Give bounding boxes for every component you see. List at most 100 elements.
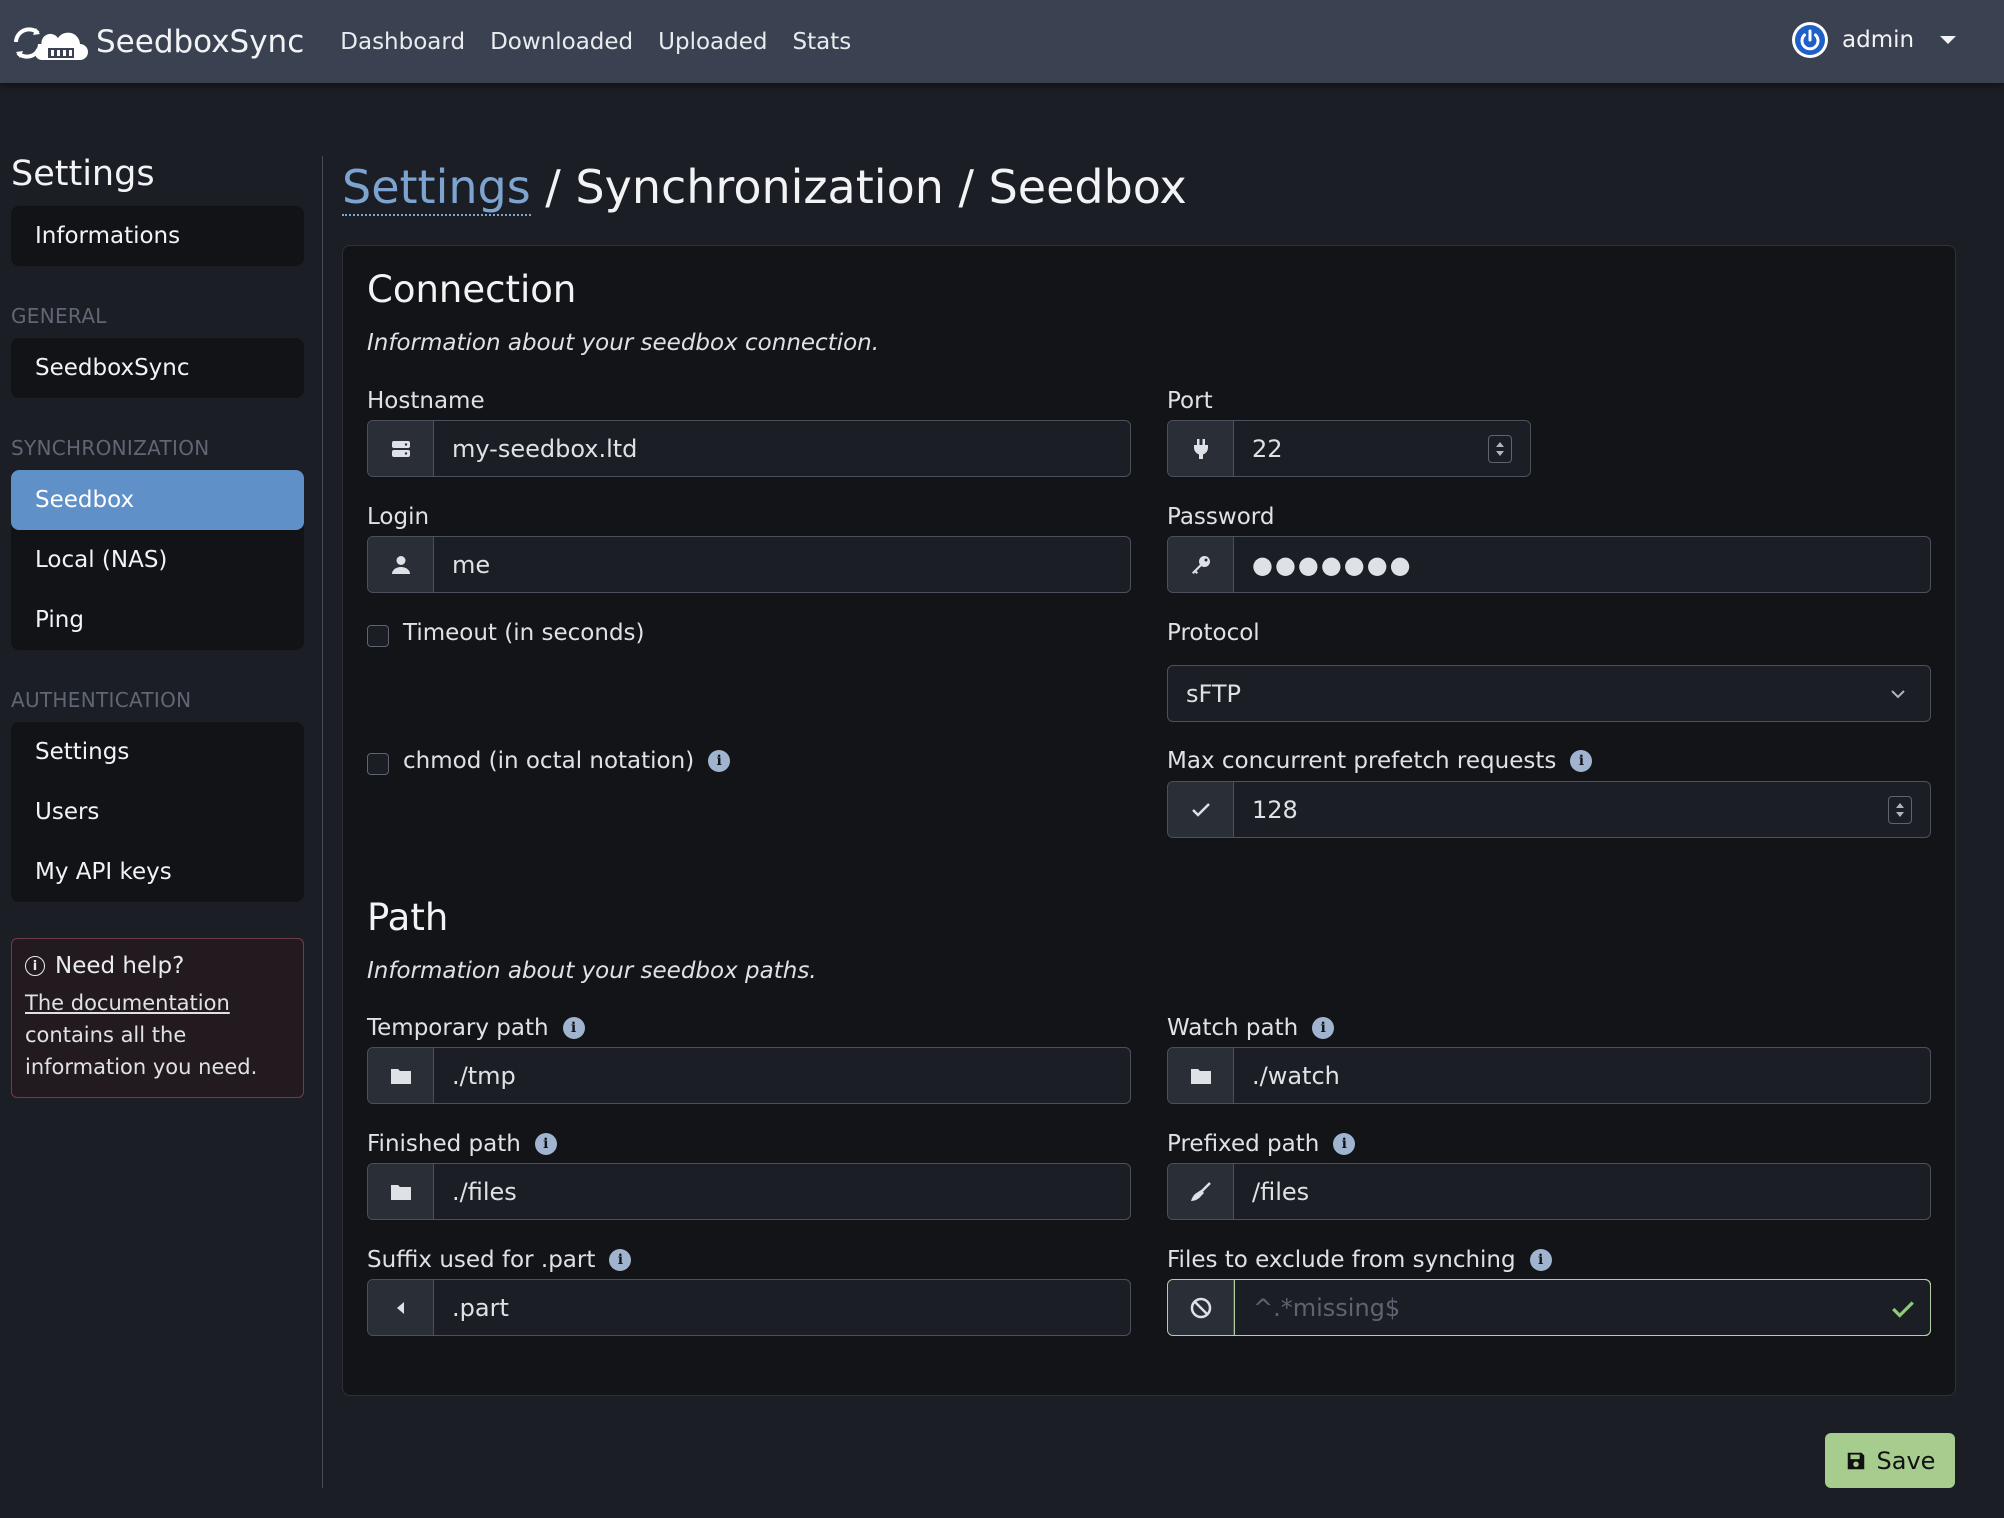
port-stepper[interactable] xyxy=(1488,434,1512,463)
finished-path-input[interactable]: ./files xyxy=(434,1164,1130,1219)
protocol-value: sFTP xyxy=(1186,679,1242,708)
finished-path-label: Finished path xyxy=(367,1131,521,1157)
watch-path-group: ./watch xyxy=(1167,1047,1931,1104)
floppy-disk-icon xyxy=(1847,1452,1864,1469)
nav-stats[interactable]: Stats xyxy=(792,29,851,55)
key-icon xyxy=(1168,537,1234,592)
save-button[interactable]: Save xyxy=(1825,1433,1955,1488)
prefetch-stepper[interactable] xyxy=(1888,795,1912,824)
sidebar-item-local-nas[interactable]: Local (NAS) xyxy=(11,530,304,590)
login-input[interactable]: me xyxy=(434,537,1130,592)
info-icon[interactable]: i xyxy=(534,1133,557,1155)
exclude-label: Files to exclude from synching xyxy=(1167,1247,1516,1273)
timeout-label: Timeout (in seconds) xyxy=(403,620,645,646)
info-icon[interactable]: i xyxy=(1312,1017,1335,1039)
temporary-path-group: ./tmp xyxy=(367,1047,1131,1104)
caret-left-icon xyxy=(368,1280,434,1335)
power-icon xyxy=(1792,22,1828,58)
sidebar-divider xyxy=(322,156,323,1488)
port-group: 22 xyxy=(1167,420,1531,477)
password-input[interactable]: ●●●●●●● xyxy=(1234,537,1930,592)
user-menu[interactable]: admin xyxy=(1792,22,1957,58)
sidebar-item-api-keys[interactable]: My API keys xyxy=(11,842,304,902)
info-icon[interactable]: i xyxy=(609,1249,632,1271)
path-description: Information about your seedbox paths. xyxy=(367,958,817,984)
login-group: me xyxy=(367,536,1131,593)
help-text: contains all the information you need. xyxy=(25,1023,258,1079)
settings-card: Connection Information about your seedbo… xyxy=(342,245,1956,1396)
info-icon[interactable]: i xyxy=(1570,750,1593,772)
user-name: admin xyxy=(1842,27,1915,53)
port-label: Port xyxy=(1167,388,1213,414)
info-icon[interactable]: i xyxy=(708,750,731,772)
timeout-checkbox[interactable] xyxy=(367,625,389,647)
breadcrumb-rest: / Synchronization / Seedbox xyxy=(530,160,1187,214)
watch-path-label: Watch path xyxy=(1167,1015,1299,1041)
folder-icon xyxy=(368,1164,434,1219)
broom-icon xyxy=(1168,1164,1234,1219)
temporary-path-input[interactable]: ./tmp xyxy=(434,1048,1130,1103)
server-icon xyxy=(368,421,434,476)
navbar: SeedboxSync Dashboard Downloaded Uploade… xyxy=(0,0,2004,83)
info-icon[interactable]: i xyxy=(1333,1133,1356,1155)
login-label: Login xyxy=(367,504,430,530)
chmod-label: chmod (in octal notation) xyxy=(403,748,695,774)
sidebar-item-informations[interactable]: Informations xyxy=(11,206,304,266)
nav-uploaded[interactable]: Uploaded xyxy=(658,29,767,55)
info-icon[interactable]: i xyxy=(1529,1249,1552,1271)
suffix-input[interactable]: .part xyxy=(434,1280,1130,1335)
info-icon[interactable]: i xyxy=(562,1017,585,1039)
check-icon xyxy=(1168,782,1234,837)
nav-dashboard[interactable]: Dashboard xyxy=(340,29,465,55)
chevron-down-icon xyxy=(1891,690,1905,699)
sidebar-item-settings[interactable]: Settings xyxy=(11,722,304,782)
section-label-general: GENERAL xyxy=(11,304,107,328)
prefixed-path-group: /files xyxy=(1167,1163,1931,1220)
finished-path-group: ./files xyxy=(367,1163,1131,1220)
folder-icon xyxy=(368,1048,434,1103)
password-label: Password xyxy=(1167,504,1275,530)
hostname-label: Hostname xyxy=(367,388,485,414)
prefetch-input[interactable]: 128 xyxy=(1234,782,1888,837)
section-label-synchronization: SYNCHRONIZATION xyxy=(11,436,210,460)
breadcrumb: Settings / Synchronization / Seedbox xyxy=(342,160,1187,216)
path-title: Path xyxy=(367,896,449,939)
suffix-label: Suffix used for .part xyxy=(367,1247,596,1273)
sidebar-item-ping[interactable]: Ping xyxy=(11,590,304,650)
info-circle-icon: i xyxy=(25,956,45,976)
sidebar: Settings Informations GENERAL SeedboxSyn… xyxy=(11,154,304,1098)
hostname-group: my-seedbox.ltd xyxy=(367,420,1131,477)
exclude-group: ^.*missing$ xyxy=(1167,1279,1931,1336)
prefixed-path-input[interactable]: /files xyxy=(1234,1164,1930,1219)
prefixed-path-label: Prefixed path xyxy=(1167,1131,1320,1157)
prefetch-label: Max concurrent prefetch requests xyxy=(1167,748,1557,774)
plug-icon xyxy=(1168,421,1234,476)
connection-description: Information about your seedbox connectio… xyxy=(367,330,880,356)
sidebar-title: Settings xyxy=(11,154,155,194)
sidebar-item-seedbox[interactable]: Seedbox xyxy=(11,470,304,530)
port-input[interactable]: 22 xyxy=(1234,421,1488,476)
chmod-checkbox[interactable] xyxy=(367,753,389,775)
help-box: i Need help? The documentation contains … xyxy=(11,938,304,1098)
user-icon xyxy=(368,537,434,592)
hostname-input[interactable]: my-seedbox.ltd xyxy=(434,421,1130,476)
connection-title: Connection xyxy=(367,268,577,311)
protocol-select[interactable]: sFTP xyxy=(1167,665,1931,722)
password-group: ●●●●●●● xyxy=(1167,536,1931,593)
watch-path-input[interactable]: ./watch xyxy=(1234,1048,1930,1103)
exclude-input[interactable]: ^.*missing$ xyxy=(1234,1279,1931,1336)
suffix-group: .part xyxy=(367,1279,1131,1336)
valid-check-icon xyxy=(1892,1301,1914,1318)
save-label: Save xyxy=(1876,1446,1936,1475)
breadcrumb-settings-link[interactable]: Settings xyxy=(342,160,531,216)
section-label-authentication: AUTHENTICATION xyxy=(11,688,192,712)
nav-downloaded[interactable]: Downloaded xyxy=(490,29,633,55)
temporary-path-label: Temporary path xyxy=(367,1015,549,1041)
protocol-label: Protocol xyxy=(1167,620,1260,646)
caret-down-icon xyxy=(1940,36,1957,44)
documentation-link[interactable]: The documentation xyxy=(25,991,230,1015)
sidebar-item-users[interactable]: Users xyxy=(11,782,304,842)
brand[interactable]: SeedboxSync xyxy=(12,20,304,64)
prefetch-group: 128 xyxy=(1167,781,1931,838)
sidebar-item-seedboxsync[interactable]: SeedboxSync xyxy=(11,338,304,398)
